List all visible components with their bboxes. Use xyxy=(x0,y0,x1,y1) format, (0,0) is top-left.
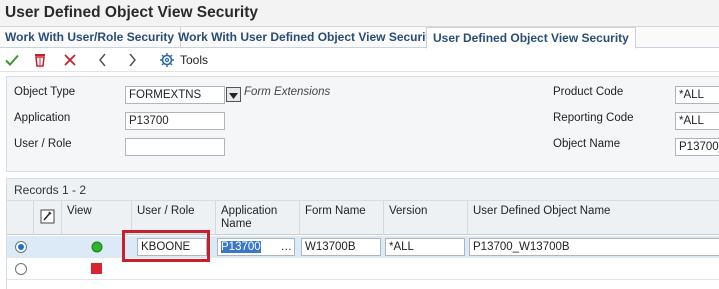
close-icon[interactable] xyxy=(61,51,79,69)
tab-work-with-udo-view-security[interactable]: Work With User Defined Object View Secur… xyxy=(178,27,444,48)
column-header-application-name[interactable]: Application Name xyxy=(216,201,300,235)
object-type-label: Object Type xyxy=(14,86,76,98)
column-chooser-header[interactable] xyxy=(34,201,62,235)
column-header-version[interactable]: Version xyxy=(384,201,468,235)
object-name-field[interactable]: P13700_ xyxy=(675,138,719,156)
reporting-code-field[interactable]: *ALL xyxy=(675,112,719,130)
object-name-label: Object Name xyxy=(553,138,621,150)
object-type-description: Form Extensions xyxy=(244,86,331,98)
checkmark-icon[interactable] xyxy=(3,51,21,69)
tools-button-label[interactable]: Tools xyxy=(180,53,208,67)
table-row[interactable] xyxy=(7,258,719,280)
chevron-down-icon xyxy=(229,88,238,102)
green-status-dot-icon xyxy=(91,241,103,256)
reporting-code-label: Reporting Code xyxy=(553,112,634,124)
user-role-label: User / Role xyxy=(14,138,72,150)
tab-work-with-user-role-security[interactable]: Work With User/Role Security xyxy=(5,27,182,48)
column-header-udo-name[interactable]: User Defined Object Name xyxy=(468,201,719,235)
records-grid: Records 1 - 2 View User / Role Applicati… xyxy=(6,178,719,289)
udo-name-cell[interactable]: P13700_W13700B xyxy=(469,238,719,256)
object-type-field[interactable]: FORMEXTNS xyxy=(125,86,225,104)
version-cell[interactable]: *ALL xyxy=(385,238,465,256)
highlight-box xyxy=(122,230,210,262)
tab-udo-view-security[interactable]: User Defined Object View Security xyxy=(426,27,636,49)
select-column-header xyxy=(7,201,34,235)
title-bar: User Defined Object View Security xyxy=(0,0,719,27)
column-header-form-name[interactable]: Form Name xyxy=(300,201,384,235)
chevron-left-icon[interactable] xyxy=(94,51,112,69)
records-count: Records 1 - 2 xyxy=(14,183,87,197)
product-code-field[interactable]: *ALL xyxy=(675,86,719,104)
row-select-radio[interactable] xyxy=(15,241,27,253)
page-title: User Defined Object View Security xyxy=(5,4,258,21)
application-name-cell[interactable]: P13700… xyxy=(217,238,295,256)
row-select-radio[interactable] xyxy=(15,263,27,275)
toolbar: Tools xyxy=(0,49,719,72)
records-bar: Records 1 - 2 xyxy=(7,179,719,201)
table-row[interactable]: KBOONE P13700… W13700B *ALL P13700_W1370… xyxy=(7,236,719,258)
form-header: Object Type FORMEXTNS Form Extensions Ap… xyxy=(6,76,719,172)
tab-bar: Work With User/Role Security Work With U… xyxy=(0,27,719,49)
gear-icon[interactable] xyxy=(158,51,176,69)
column-chooser-icon[interactable] xyxy=(40,209,55,228)
chevron-right-icon[interactable] xyxy=(123,51,141,69)
trash-icon[interactable] xyxy=(31,51,49,69)
red-status-square-icon xyxy=(91,263,102,277)
application-label: Application xyxy=(14,112,71,124)
object-type-dropdown[interactable] xyxy=(226,87,241,102)
application-field[interactable]: P13700 xyxy=(125,112,225,130)
ellipsis-icon: … xyxy=(280,241,293,253)
product-code-label: Product Code xyxy=(553,86,624,98)
form-name-cell[interactable]: W13700B xyxy=(301,238,381,256)
user-role-field[interactable] xyxy=(125,138,225,156)
